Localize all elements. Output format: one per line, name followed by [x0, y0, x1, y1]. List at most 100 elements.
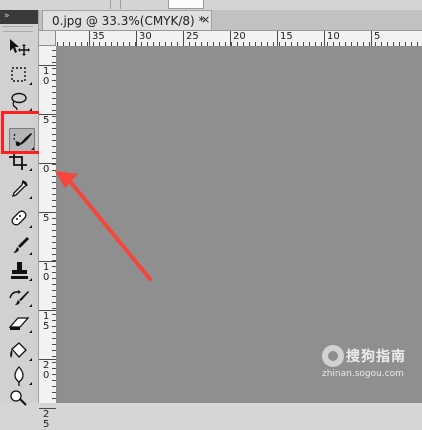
tool-flyout-indicator — [29, 278, 32, 281]
collapse-icon[interactable]: » — [4, 10, 9, 22]
ruler-tick — [52, 362, 56, 363]
ruler-tick — [279, 42, 280, 46]
ruler-tick — [52, 308, 56, 309]
ruler-tick — [363, 42, 364, 46]
ruler-tick — [52, 122, 56, 123]
tool-highlight-box — [1, 111, 43, 154]
document-tab-title: 0.jpg @ 33.3%(CMYK/8) * — [52, 14, 205, 28]
document-tab-bar: 0.jpg @ 33.3%(CMYK/8) * × — [39, 10, 422, 31]
ruler-label: 5 — [43, 115, 50, 126]
ruler-tick — [52, 110, 56, 111]
ruler-tick — [52, 158, 56, 159]
options-input[interactable] — [168, 0, 204, 9]
ruler-tick — [123, 42, 124, 46]
ruler-label: 5 — [43, 419, 50, 430]
ruler-tick — [52, 146, 56, 147]
ruler-tick — [52, 254, 56, 255]
ruler-tick — [52, 188, 56, 189]
options-bar — [0, 0, 422, 10]
close-icon[interactable]: × — [201, 13, 210, 26]
brush-tool-button[interactable] — [6, 234, 32, 256]
ruler-tick — [52, 266, 56, 267]
options-divider — [110, 0, 111, 9]
ruler-label: 0 — [43, 164, 50, 175]
ruler-tick — [52, 302, 56, 303]
ruler-label: 0 — [43, 370, 50, 381]
ruler-tick — [63, 42, 64, 46]
ruler-tick — [201, 42, 202, 46]
ruler-tick — [52, 152, 56, 153]
ruler-tick — [309, 42, 310, 46]
ruler-tick — [52, 338, 56, 339]
ruler-tick — [273, 42, 274, 46]
ruler-tick — [52, 128, 56, 129]
ruler-tick — [129, 42, 130, 46]
paint-bucket-tool-button[interactable] — [6, 340, 32, 362]
ruler-horizontal[interactable]: 35 30 25 20 15 10 5 — [39, 31, 422, 47]
ruler-tick — [177, 42, 178, 46]
ruler-tick — [237, 42, 238, 46]
lasso-tool-button[interactable] — [6, 90, 32, 112]
watermark: 搜狗指南 zhinan.sogou.com — [322, 343, 418, 383]
healing-brush-tool-button[interactable] — [6, 207, 32, 229]
ruler-tick — [351, 42, 352, 46]
ruler-tick — [52, 230, 56, 231]
move-tool-icon — [10, 39, 30, 56]
ruler-label: 5 — [43, 213, 50, 224]
document-tab[interactable]: 0.jpg @ 33.3%(CMYK/8) * × — [42, 10, 212, 30]
panel-collapse-bar[interactable]: » — [0, 10, 38, 24]
dodge-tool-button[interactable] — [6, 388, 32, 410]
ruler-tick — [261, 42, 262, 46]
ruler-major-tick — [277, 31, 278, 46]
ruler-tick — [375, 42, 376, 46]
ruler-tick — [52, 200, 56, 201]
ruler-tick — [171, 42, 172, 46]
ruler-tick — [52, 332, 56, 333]
ruler-tick — [52, 374, 56, 375]
tool-flyout-indicator — [29, 330, 32, 333]
ruler-tick — [369, 42, 370, 46]
ruler-tick — [52, 296, 56, 297]
ruler-tick — [52, 86, 56, 87]
ruler-tick — [52, 74, 56, 75]
tool-flyout-indicator — [29, 382, 32, 385]
ruler-origin[interactable] — [39, 31, 56, 46]
move-tool-button[interactable] — [6, 36, 32, 58]
ruler-vertical[interactable]: 1050510152025 — [39, 46, 57, 430]
ruler-tick — [52, 176, 56, 177]
ruler-tick — [339, 42, 340, 46]
panel-grip[interactable] — [3, 26, 33, 32]
ruler-tick — [285, 42, 286, 46]
ruler-tick — [81, 42, 82, 46]
ruler-tick — [93, 42, 94, 46]
ruler-tick — [52, 140, 56, 141]
ruler-tick — [52, 170, 56, 171]
ruler-tick — [291, 42, 292, 46]
ruler-tick — [159, 42, 160, 46]
ruler-tick — [411, 42, 412, 46]
ruler-major-tick — [136, 31, 137, 46]
ruler-tick — [327, 42, 328, 46]
ruler-label: 2 — [43, 409, 50, 420]
ruler-tick — [231, 42, 232, 46]
ruler-tick — [52, 344, 56, 345]
ruler-tick — [69, 42, 70, 46]
history-brush-tool-button[interactable] — [6, 286, 32, 308]
ruler-tick — [52, 386, 56, 387]
ruler-tick — [52, 80, 56, 81]
ruler-tick — [52, 290, 56, 291]
ruler-tick — [52, 368, 56, 369]
ruler-tick — [52, 320, 56, 321]
clone-stamp-tool-button[interactable] — [6, 260, 32, 282]
sogou-logo-icon — [322, 345, 344, 367]
eyedropper-tool-button[interactable] — [6, 178, 32, 200]
ruler-tick — [52, 224, 56, 225]
blur-tool-button[interactable] — [6, 364, 32, 386]
ruler-tick — [52, 284, 56, 285]
ruler-tick — [321, 42, 322, 46]
ruler-tick — [52, 92, 56, 93]
ruler-tick — [52, 50, 56, 51]
eraser-tool-button[interactable] — [6, 312, 32, 334]
tool-flyout-indicator — [29, 304, 32, 307]
marquee-tool-button[interactable] — [6, 64, 32, 86]
